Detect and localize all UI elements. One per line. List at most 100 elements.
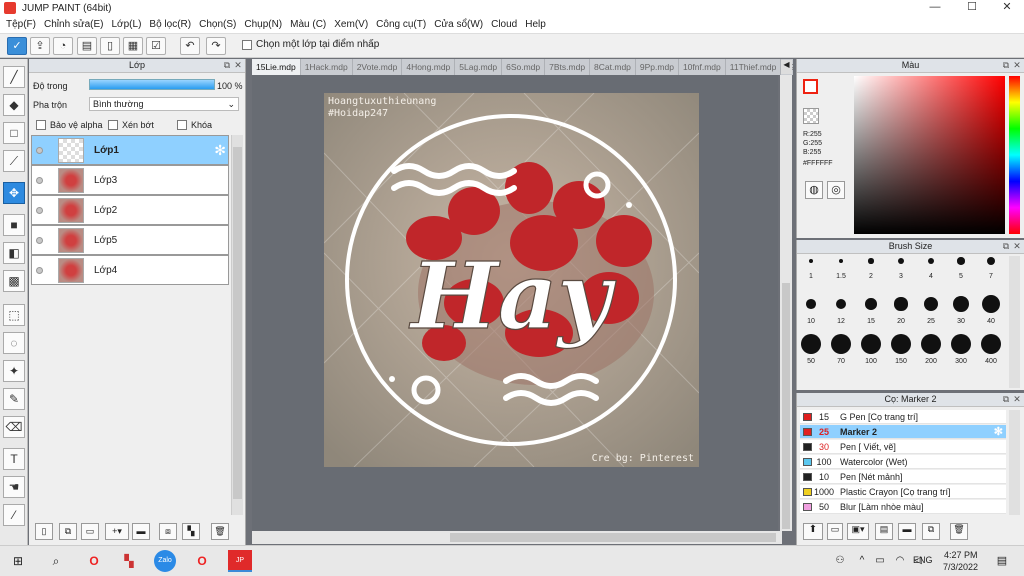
tab-doc[interactable]: 11Thief.mdp <box>726 59 782 75</box>
tab-doc[interactable]: 6So.mdp <box>502 59 546 75</box>
people-icon[interactable]: ⚇ <box>828 550 852 572</box>
menu-edit[interactable]: Chỉnh sửa(E) <box>40 19 108 30</box>
cloud-sync-icon[interactable]: ✓ <box>7 37 27 55</box>
brush-size-dot[interactable] <box>891 334 911 354</box>
pick-layer-option[interactable]: Chọn một lớp tại điểm nhấp <box>242 39 379 50</box>
export-icon[interactable]: ⇪ <box>30 37 50 55</box>
brush-size-dot[interactable] <box>986 256 996 266</box>
brush-size-dot[interactable] <box>861 334 881 354</box>
brush-list-scrollbar[interactable] <box>1009 410 1020 515</box>
copy-layer-icon[interactable]: ▭ <box>81 523 99 540</box>
menu-select[interactable]: Chọn(S) <box>195 19 240 30</box>
brush-doc-icon[interactable]: ▤ <box>875 523 893 540</box>
close-button[interactable]: ✕ <box>990 0 1024 16</box>
brush-size-dot[interactable] <box>921 334 941 354</box>
rectangle-shape-icon[interactable]: □ <box>3 122 25 144</box>
start-icon[interactable]: ⊞ <box>6 550 30 572</box>
maximize-button[interactable]: ☐ <box>955 0 989 16</box>
visibility-toggle[interactable] <box>36 237 43 244</box>
duplicate-brush-icon[interactable]: ⧉ <box>922 523 940 540</box>
move-tool-icon[interactable]: ✥ <box>3 182 25 204</box>
menu-view[interactable]: Xem(V) <box>330 19 372 30</box>
brush-size-dot[interactable] <box>951 334 971 354</box>
brush-item[interactable]: 50 Blur [Làm nhòe màu] <box>800 500 1006 514</box>
undock-icon[interactable]: ⧉ <box>1001 394 1011 404</box>
tab-doc[interactable]: 2Vote.mdp <box>353 59 403 75</box>
pick-layer-checkbox[interactable] <box>242 39 252 50</box>
select-pen-icon[interactable]: ✎ <box>3 388 25 410</box>
layer-row[interactable]: Lớp3 <box>31 165 229 195</box>
tab-doc[interactable]: 5Lag.mdp <box>455 59 503 75</box>
menu-layer[interactable]: Lớp(L) <box>108 19 146 30</box>
panel-close-icon[interactable]: ✕ <box>1012 241 1022 251</box>
magic-wand-icon[interactable]: ✦ <box>3 360 25 382</box>
tab-doc[interactable]: 9Pp.mdp <box>636 59 679 75</box>
tab-doc[interactable]: 8Cat.mdp <box>590 59 636 75</box>
brush-size-dot[interactable] <box>927 257 935 265</box>
search-icon[interactable]: ⌕ <box>44 550 68 572</box>
folder-icon[interactable]: ▬ <box>132 523 150 540</box>
brush-size-dot[interactable] <box>808 258 814 264</box>
gradient-tool-icon[interactable]: ▩ <box>3 270 25 292</box>
layer-row[interactable]: Lớp1 ✻ <box>31 135 229 165</box>
menu-file[interactable]: Tệp(F) <box>2 19 40 30</box>
menu-window[interactable]: Cửa sổ(W) <box>430 19 487 30</box>
undock-icon[interactable]: ⧉ <box>1001 241 1011 251</box>
menu-filter[interactable]: Bộ lọc(R) <box>145 19 195 30</box>
menu-cloud[interactable]: Cloud <box>487 19 521 30</box>
trash-icon[interactable]: 🗑 <box>211 523 229 540</box>
gear-icon[interactable]: ✻ <box>214 142 226 159</box>
blend-mode-select[interactable]: Bình thường ⌄ <box>89 97 239 111</box>
scroll-thumb[interactable] <box>782 283 790 529</box>
opera-gx-icon[interactable]: O <box>190 550 214 572</box>
clipping-checkbox[interactable] <box>108 120 118 130</box>
brush-size-dot[interactable] <box>831 334 851 354</box>
app-grid-icon[interactable]: ▚ <box>117 550 141 572</box>
trash-icon[interactable]: 🗑 <box>950 523 968 540</box>
text-tool-icon[interactable]: T <box>3 448 25 470</box>
tab-doc[interactable]: 4Hong.mdp <box>402 59 456 75</box>
zalo-icon[interactable]: Zalo <box>154 550 176 572</box>
visibility-toggle[interactable] <box>36 267 43 274</box>
brush-size-dot[interactable] <box>868 258 874 264</box>
eyedropper-icon[interactable]: ⁄ <box>3 504 25 526</box>
panel-close-icon[interactable]: ✕ <box>1012 60 1022 70</box>
opera-icon[interactable]: O <box>82 550 106 572</box>
vertical-scrollbar[interactable] <box>780 75 792 531</box>
select-eraser-icon[interactable]: ⌫ <box>3 416 25 438</box>
brush-size-dot[interactable] <box>806 299 816 309</box>
layer-row[interactable]: Lớp5 <box>31 225 229 255</box>
lock-option[interactable]: Khóa <box>177 120 212 130</box>
line-tool-icon[interactable]: ⟋ <box>3 150 25 172</box>
lasso-select-icon[interactable]: ◌ <box>3 332 25 354</box>
undock-icon[interactable]: ⧉ <box>1001 60 1011 70</box>
brush-item[interactable]: 15 G Pen [Cọ trang trí] <box>800 410 1006 424</box>
new-layer-icon[interactable]: ▯ <box>35 523 53 540</box>
brush-item[interactable]: 100 Watercolor (Wet) <box>800 455 1006 469</box>
saturation-value-picker[interactable] <box>854 76 1005 234</box>
artwork-canvas[interactable]: Hay Hoangtuxuthieunang #Hoidap247 Cre bg… <box>324 93 699 467</box>
speech-bubble-icon[interactable]: ◔ <box>53 37 73 55</box>
visibility-toggle[interactable] <box>36 147 43 154</box>
scroll-thumb[interactable] <box>450 533 776 542</box>
undock-icon[interactable]: ⧉ <box>222 60 232 70</box>
brush-size-dot[interactable] <box>981 334 1001 354</box>
scroll-thumb[interactable] <box>233 147 242 499</box>
visibility-toggle[interactable] <box>36 207 43 214</box>
notification-icon[interactable]: ▤ <box>990 550 1014 572</box>
undo-icon[interactable]: ↶ <box>180 37 200 55</box>
brush-size-dot[interactable] <box>835 298 847 310</box>
fill-rect-icon[interactable]: ■ <box>3 214 25 236</box>
brush-copy-menu-icon[interactable]: ▣▾ <box>847 523 869 540</box>
gear-icon[interactable]: ✻ <box>994 425 1003 439</box>
brush-size-dot[interactable] <box>953 296 969 312</box>
checklist-icon[interactable]: ☑ <box>146 37 166 55</box>
rect-select-icon[interactable]: ⬚ <box>3 304 25 326</box>
brush-size-dot[interactable] <box>801 334 821 354</box>
bucket-fill-icon[interactable]: ◧ <box>3 242 25 264</box>
menu-tools[interactable]: Công cụ(T) <box>372 19 430 30</box>
menu-capture[interactable]: Chụp(N) <box>240 19 286 30</box>
layer-settings-icon[interactable]: ▚ <box>182 523 200 540</box>
page-icon[interactable]: ▯ <box>100 37 120 55</box>
palette-settings-icon[interactable]: ◎ <box>827 181 845 199</box>
